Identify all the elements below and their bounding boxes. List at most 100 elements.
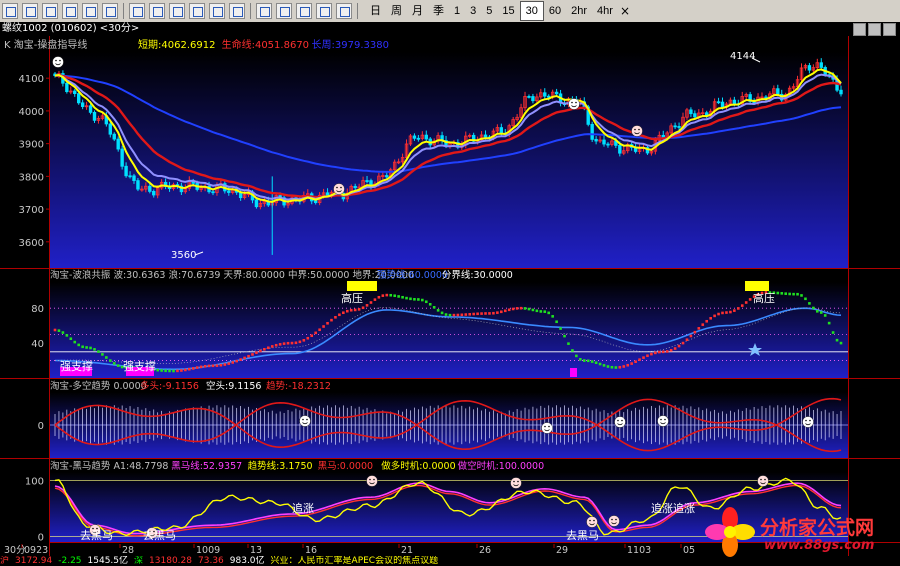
- wave-dot: [176, 369, 179, 373]
- toolbar: 日周月季 1 3 5 15 30 60 2hr 4hr ×: [0, 0, 900, 23]
- period-1[interactable]: 1: [449, 2, 465, 20]
- remove-horse-label: 去黑马: [143, 529, 176, 542]
- candle-body: [227, 190, 231, 193]
- wave-dot: [69, 337, 73, 341]
- x-axis-label: 1009: [196, 545, 220, 556]
- wave-dot: [476, 312, 479, 316]
- period-2hr[interactable]: 2hr: [566, 2, 592, 20]
- legend-item: 生命线:4051.8670: [222, 38, 309, 51]
- x-axis-label: 16: [305, 545, 317, 556]
- smiley-face: [802, 416, 814, 428]
- legend-item: 多头:-9.1156: [140, 380, 199, 392]
- legend-item: 短期:4062.6912: [138, 38, 215, 51]
- mark-icon[interactable]: [189, 3, 205, 19]
- wave-dot: [219, 363, 223, 367]
- wave-dot: [626, 363, 630, 367]
- pointer-icon[interactable]: [149, 3, 165, 19]
- remove-horse-label: 去黑马: [566, 529, 599, 542]
- wave-dot: [460, 313, 464, 317]
- candle-body: [73, 90, 77, 94]
- maximize-button[interactable]: [868, 23, 881, 36]
- wave-dot: [184, 368, 187, 372]
- wave-dot: [618, 365, 622, 369]
- tools-icon[interactable]: [209, 3, 225, 19]
- legend-item: 分界线:30.0000: [442, 269, 513, 281]
- minimize-button[interactable]: [853, 23, 866, 36]
- smiley-eye: [306, 418, 308, 421]
- x-axis-label: 21: [401, 545, 413, 556]
- options-icon[interactable]: [336, 3, 352, 19]
- f10-icon[interactable]: [62, 3, 78, 19]
- wave-dot: [622, 365, 626, 368]
- period-60[interactable]: 60: [544, 2, 566, 20]
- wave-dot: [223, 363, 227, 366]
- zoom-icon[interactable]: [129, 3, 145, 19]
- bell-icon[interactable]: [276, 3, 292, 19]
- wave-dot: [187, 367, 191, 371]
- warning-icon[interactable]: [296, 3, 312, 19]
- candle-body: [677, 126, 681, 128]
- f10-info-icon[interactable]: [102, 3, 118, 19]
- wave-dot: [697, 327, 701, 330]
- smiley-face: [631, 125, 643, 137]
- draw-icon[interactable]: [256, 3, 272, 19]
- period-季[interactable]: 季: [428, 2, 449, 20]
- period-3[interactable]: 3: [465, 2, 481, 20]
- candle-body: [365, 180, 369, 182]
- new-window-icon[interactable]: [2, 3, 18, 19]
- candle-body: [499, 127, 504, 134]
- period-日[interactable]: 日: [365, 2, 386, 20]
- toolbar-icons: [0, 3, 361, 19]
- period-月[interactable]: 月: [407, 2, 428, 20]
- wave-dot: [266, 346, 270, 350]
- period-15[interactable]: 15: [497, 2, 519, 20]
- wave-dot: [638, 358, 641, 361]
- wave-dot: [744, 301, 748, 304]
- export-icon[interactable]: [316, 3, 332, 19]
- wave-dot: [334, 315, 337, 319]
- wave-dot: [737, 307, 740, 310]
- wave-dot: [661, 350, 665, 354]
- wave-dot: [211, 364, 215, 368]
- candle-body: [720, 101, 725, 108]
- candle-body: [136, 180, 140, 190]
- wave-dot: [780, 292, 784, 295]
- candle-body: [424, 134, 428, 140]
- candle-body: [416, 137, 421, 140]
- close-window-button[interactable]: [883, 23, 896, 36]
- calendar-icon[interactable]: [169, 3, 185, 19]
- candle-body: [543, 92, 547, 97]
- wave-dot: [231, 361, 235, 364]
- bar-chart-icon[interactable]: [42, 3, 58, 19]
- line-chart-icon[interactable]: [22, 3, 38, 19]
- wave-dot: [673, 347, 677, 350]
- grid-icon[interactable]: [82, 3, 98, 19]
- wave-dot: [776, 291, 780, 295]
- candle-body: [152, 191, 156, 196]
- wave-dot: [53, 328, 57, 332]
- status-item: 3172.94: [15, 556, 53, 566]
- wave-dot: [555, 320, 558, 324]
- wave-dot: [646, 354, 649, 358]
- wave-dot: [389, 293, 393, 297]
- layout-icon[interactable]: [229, 3, 245, 19]
- period-5[interactable]: 5: [481, 2, 497, 20]
- candle-body: [618, 145, 622, 154]
- wave-dot: [831, 331, 835, 334]
- smiley-face: [366, 475, 378, 487]
- smiley-face: [52, 56, 64, 68]
- wave-dot: [819, 311, 823, 314]
- close-icon[interactable]: ×: [620, 4, 630, 18]
- candle-body: [819, 62, 823, 68]
- period-4hr[interactable]: 4hr: [592, 2, 618, 20]
- smiley-eye: [373, 478, 375, 481]
- period-周[interactable]: 周: [386, 2, 407, 20]
- wave-dot: [677, 344, 681, 348]
- wave-dot: [464, 313, 468, 316]
- wave-dot: [417, 298, 420, 301]
- horse-smiley-icon: [510, 477, 522, 489]
- wave-dot: [500, 310, 503, 314]
- period-30[interactable]: 30: [519, 1, 544, 21]
- wave-dot: [85, 346, 88, 349]
- status-item: 沪: [0, 556, 10, 566]
